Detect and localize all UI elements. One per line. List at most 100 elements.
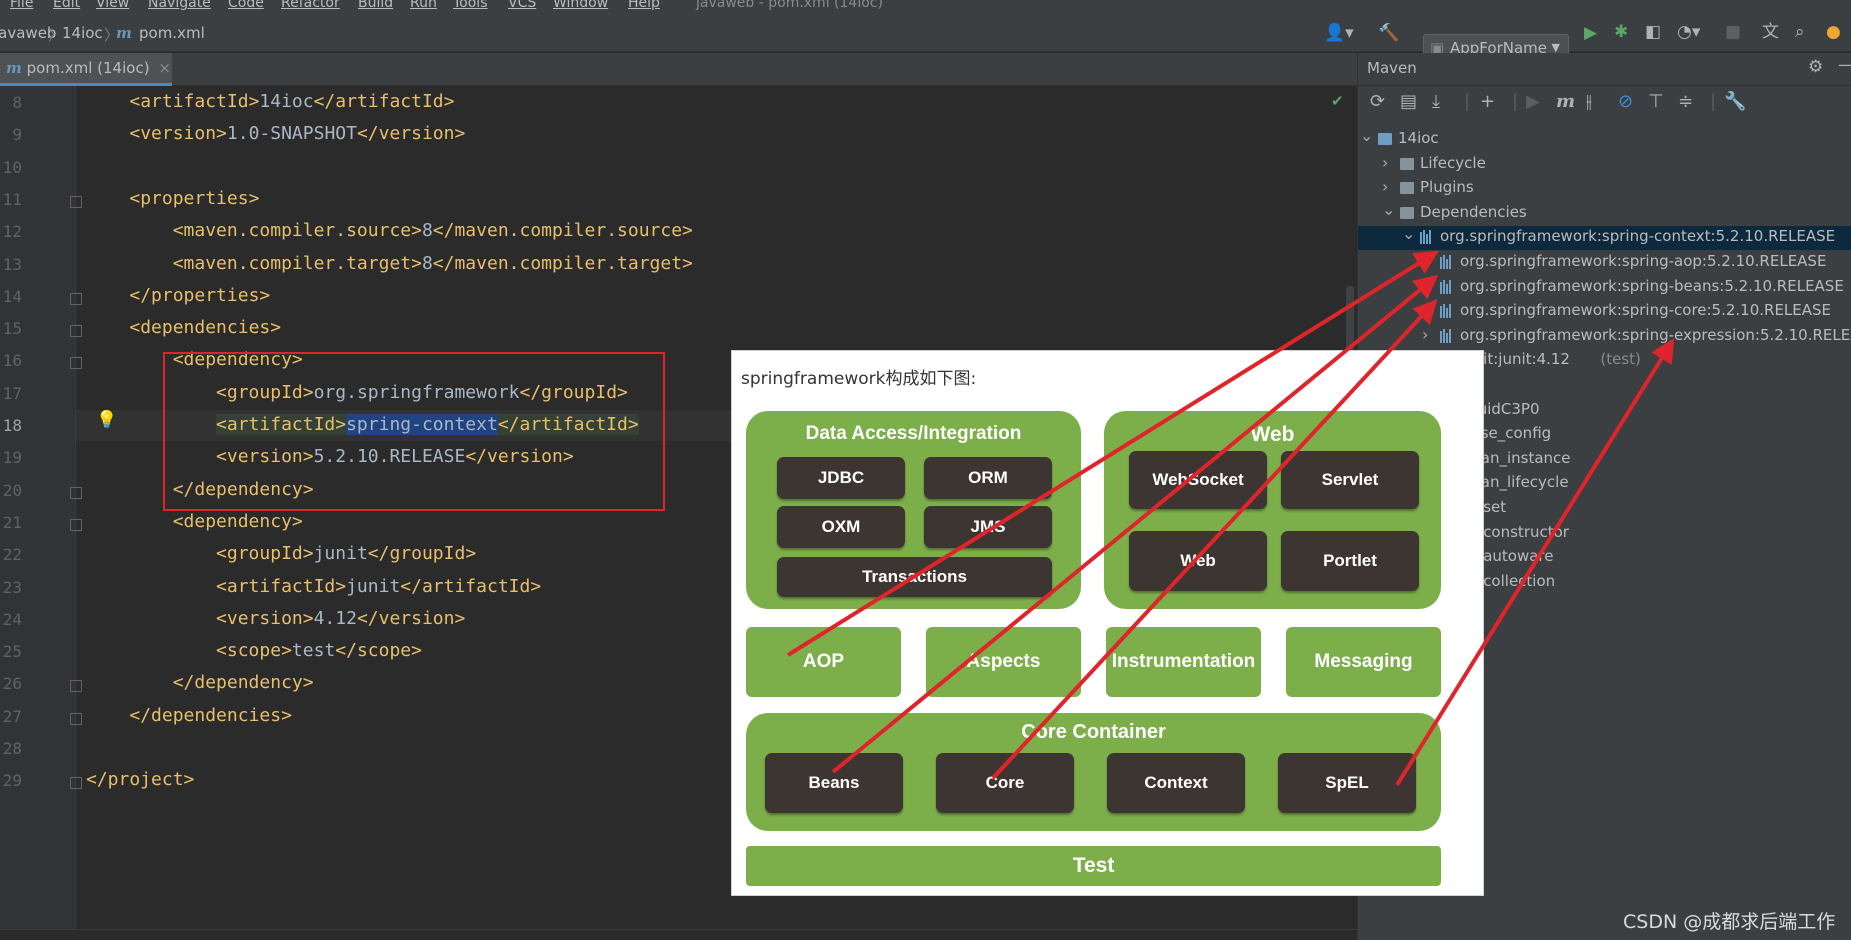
toggle-offline-icon[interactable]: ⫲ <box>1586 91 1592 112</box>
xml-value: 8 <box>421 220 433 242</box>
menu-refactor[interactable]: Refactor <box>281 0 340 11</box>
scope-label: (test) <box>1600 350 1641 369</box>
chevron-right-icon[interactable]: › <box>1382 153 1388 172</box>
chevron-right-icon[interactable]: › <box>1382 177 1388 196</box>
line-number: 27 <box>2 706 22 726</box>
run-icon[interactable]: ▶ <box>1526 91 1540 112</box>
dependency-node[interactable]: › org.springframework:spring-beans:5.2.10… <box>1358 276 1851 300</box>
minimize-icon[interactable]: — <box>1838 55 1851 75</box>
fold-marker-icon[interactable] <box>70 325 82 338</box>
xml-tag: </version> <box>356 607 466 629</box>
menu-vcs[interactable]: VCS <box>508 0 536 11</box>
tree-label: org.springframework:spring-expression:5.… <box>1460 325 1851 344</box>
user-icon[interactable]: 👤▾ <box>1324 23 1354 43</box>
breadcrumb-file[interactable]: pom.xml <box>139 24 205 42</box>
line-number: 12 <box>2 222 22 242</box>
show-dependencies-icon[interactable]: ⊤ <box>1648 91 1664 112</box>
library-icon <box>1440 328 1456 343</box>
run-icon[interactable]: ▶ <box>1584 23 1597 43</box>
chevron-right-icon[interactable]: › <box>1422 251 1428 270</box>
debug-icon[interactable]: ✱ <box>1614 22 1628 42</box>
profile-icon[interactable]: ◔▾ <box>1677 22 1700 42</box>
menu-edit[interactable]: Edit <box>53 0 80 11</box>
fold-marker-icon[interactable] <box>70 712 82 725</box>
collapse-all-icon[interactable]: ≑ <box>1678 91 1693 112</box>
xml-tag: <maven.compiler.source> <box>172 220 422 242</box>
fold-marker-icon[interactable] <box>70 292 82 305</box>
xml-tag: </project> <box>86 769 195 791</box>
fold-marker-icon[interactable] <box>70 680 82 693</box>
dependency-node[interactable]: › org.springframework:spring-aop:5.2.10.R… <box>1358 251 1851 275</box>
add-project-icon[interactable]: ▤ <box>1400 91 1417 112</box>
chevron-down-icon[interactable]: ⌄ <box>1360 126 1373 145</box>
fold-marker-icon[interactable] <box>70 357 82 370</box>
lightbulb-icon[interactable]: 💡 <box>96 410 117 430</box>
module-messaging: Messaging <box>1286 627 1441 697</box>
dependency-node[interactable]: › org.springframework:spring-expression:5… <box>1358 325 1851 349</box>
tab-pom-xml[interactable]: m pom.xml (14ioc) × <box>0 53 172 86</box>
search-icon[interactable]: ⌕ <box>1795 22 1805 42</box>
hammer-icon[interactable]: 🔨 <box>1378 23 1399 43</box>
fold-marker-icon[interactable] <box>70 195 82 208</box>
coverage-icon[interactable]: ◧ <box>1645 22 1661 42</box>
module-spel: SpEL <box>1278 753 1416 813</box>
chevron-down-icon[interactable]: ⌄ <box>1402 224 1415 243</box>
line-number: 29 <box>2 771 22 791</box>
folder-node[interactable]: › Plugins <box>1358 177 1851 201</box>
menu-help[interactable]: Help <box>628 0 660 11</box>
menu-build[interactable]: Build <box>358 0 393 11</box>
stop-icon[interactable]: ■ <box>1725 22 1741 42</box>
wrench-icon[interactable]: 🔧 <box>1724 91 1746 112</box>
separator: | <box>1464 91 1471 112</box>
tree-label: org.springframework:spring-beans:5.2.10.… <box>1460 276 1844 295</box>
line-number: 13 <box>2 254 22 274</box>
gear-icon[interactable]: ⚙ <box>1808 57 1823 77</box>
menu-run[interactable]: Run <box>410 0 437 11</box>
line-number: 23 <box>2 577 22 597</box>
line-number: 16 <box>2 351 22 371</box>
close-icon[interactable]: × <box>158 59 171 77</box>
line-number: 10 <box>2 157 22 177</box>
fold-marker-icon[interactable] <box>70 486 82 499</box>
web-group: Web WebSocket Servlet Web Portlet <box>1104 411 1441 609</box>
line-number: 24 <box>2 609 22 629</box>
chevron-right-icon[interactable]: › <box>1422 276 1428 295</box>
tree-label: org.springframework:spring-core:5.2.10.R… <box>1460 301 1832 320</box>
xml-tag: <scope> <box>216 640 292 662</box>
menu-view[interactable]: View <box>96 0 129 11</box>
window-title: javaweb - pom.xml (14ioc) <box>696 0 883 11</box>
module-node[interactable]: ⌄ 14ioc <box>1358 126 1851 152</box>
folder-node[interactable]: ⌄ Dependencies <box>1358 200 1851 226</box>
folder-node[interactable]: › Lifecycle <box>1358 153 1851 177</box>
breadcrumb-module[interactable]: 14ioc <box>62 24 103 42</box>
module-web: Web <box>1129 531 1267 591</box>
execute-goal-icon[interactable]: m <box>1556 91 1575 112</box>
menu-window[interactable]: Window <box>553 0 608 11</box>
fold-marker-icon[interactable] <box>70 518 82 531</box>
dependency-node[interactable]: ⌄ org.springframework:spring-context:5.2.… <box>1358 224 1851 251</box>
chevron-down-icon[interactable]: ⌄ <box>1382 200 1395 219</box>
module-orm: ORM <box>924 457 1052 499</box>
download-icon[interactable]: ⤓ <box>1432 91 1440 112</box>
fold-marker-icon[interactable] <box>70 777 82 790</box>
menu-code[interactable]: Code <box>228 0 264 11</box>
menu-navigate[interactable]: Navigate <box>148 0 211 11</box>
skip-tests-icon[interactable]: ⊘ <box>1618 91 1633 112</box>
menu-file[interactable]: File <box>10 0 33 11</box>
chevron-right-icon[interactable]: › <box>1422 300 1428 319</box>
chevron-right-icon[interactable]: › <box>1422 325 1428 344</box>
check-icon: ✔ <box>1331 92 1344 110</box>
translate-icon[interactable]: 文 <box>1762 22 1779 42</box>
code-line: <groupId>junit</groupId> <box>86 543 476 564</box>
plus-icon[interactable]: + <box>1480 91 1495 112</box>
core-container-group: Core Container Beans Core Context SpEL <box>746 713 1441 831</box>
line-number: 18 <box>2 416 22 435</box>
reload-icon[interactable]: ⟳ <box>1370 91 1385 112</box>
code-line: <maven.compiler.target>8</maven.compiler… <box>86 253 693 274</box>
update-icon[interactable]: ● <box>1826 22 1841 42</box>
module-aspects: Aspects <box>926 627 1081 697</box>
menu-tools[interactable]: Tools <box>453 0 488 11</box>
dependency-node[interactable]: › org.springframework:spring-core:5.2.10.… <box>1358 300 1851 324</box>
